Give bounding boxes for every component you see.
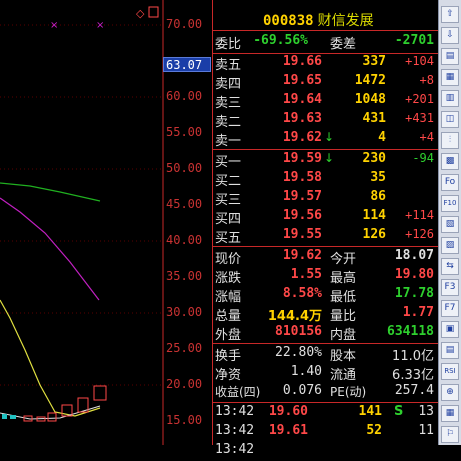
sell-row[interactable]: 卖三 19.64 1048 +201 bbox=[212, 92, 438, 111]
weibi-value: -69.56% bbox=[253, 33, 308, 48]
stat-row: 总量 144.4万 量比 1.77 bbox=[215, 305, 434, 324]
toolbar-button[interactable]: ▥ bbox=[441, 90, 459, 107]
y-axis-label: 35.00 bbox=[166, 269, 203, 283]
buy-row[interactable]: 买一 19.59 ↓ 230 -94 bbox=[212, 151, 438, 170]
tick-row: 13:42 19.60 141 S 13 bbox=[215, 404, 434, 419]
buy-row[interactable]: 买五 19.55 126 +126 bbox=[212, 227, 438, 246]
y-axis-label: 50.00 bbox=[166, 161, 203, 175]
toolbar-button[interactable]: ▣ bbox=[441, 321, 459, 338]
stock-name: 财信发展 bbox=[317, 13, 374, 29]
candle bbox=[93, 385, 107, 401]
y-axis-label: 60.00 bbox=[166, 89, 203, 103]
ma-line-magenta bbox=[0, 197, 100, 301]
toolbar-button[interactable]: ▩ bbox=[441, 153, 459, 170]
marker-square bbox=[148, 6, 159, 18]
buy-row[interactable]: 买二 19.58 35 bbox=[212, 170, 438, 189]
stat-row: 收益(四) 0.076 PE(动) 257.4 bbox=[215, 383, 434, 399]
stat-row: 净资 1.40 流通 6.33亿 bbox=[215, 364, 434, 383]
marker-diamond: ◇ bbox=[136, 7, 145, 20]
weicha-value: -2701 bbox=[394, 33, 434, 48]
page-up-button[interactable]: ⇧ bbox=[441, 6, 459, 23]
sell-row[interactable]: 卖一 19.62 ↓ 4 +4 bbox=[212, 130, 438, 149]
buy-row[interactable]: 买三 19.57 86 bbox=[212, 189, 438, 208]
stat-row: 现价 19.62 今开 18.07 bbox=[215, 248, 434, 267]
stock-title: 000838 财信发展 bbox=[263, 10, 374, 30]
divider bbox=[212, 246, 438, 247]
toolbar-button[interactable]: ⇆ bbox=[441, 258, 459, 275]
toolbar-button[interactable]: ⊕ bbox=[441, 384, 459, 401]
y-axis-label: 70.00 bbox=[166, 17, 203, 31]
weibi-row: 委比 -69.56% 委差 -2701 bbox=[215, 33, 434, 52]
toolbar-button[interactable]: ⫶ bbox=[441, 132, 459, 149]
y-axis-label: 25.00 bbox=[166, 341, 203, 355]
sell-row[interactable]: 卖五 19.66 337 +104 bbox=[212, 54, 438, 73]
tick-row: 13:42 19.61 52 11 bbox=[215, 423, 434, 438]
toolbar-button[interactable]: ▧ bbox=[441, 216, 459, 233]
toolbar-button[interactable]: ◫ bbox=[441, 111, 459, 128]
y-axis-label: 15.00 bbox=[166, 413, 203, 427]
right-toolbar: ⇧ ⇩ ▤ ▦ ▥ ◫ ⫶ ▩ Fo F10 ▧ ▨ ⇆ F3 F7 ▣ ▤ R… bbox=[438, 0, 461, 445]
stat-row: 涨跌 1.55 最高 19.80 bbox=[215, 267, 434, 286]
ma-line-green bbox=[0, 182, 101, 202]
f7-button[interactable]: F7 bbox=[441, 300, 459, 317]
kline-chart-area[interactable]: × × ◇ 70.00 60.00 55.00 50.00 45.00 40.0… bbox=[0, 0, 212, 445]
candle bbox=[47, 412, 57, 422]
y-axis-label: 40.00 bbox=[166, 233, 203, 247]
y-axis-label: 55.00 bbox=[166, 125, 203, 139]
current-price-tag: 63.07 bbox=[163, 57, 211, 72]
fo-button[interactable]: Fo bbox=[441, 174, 459, 191]
marker-x: × bbox=[50, 20, 58, 31]
down-arrow-icon: ↓ bbox=[324, 130, 335, 144]
divider bbox=[212, 343, 438, 344]
toolbar-button[interactable]: ⚐ bbox=[441, 426, 459, 443]
stat-row: 换手 22.80% 股本 11.0亿 bbox=[215, 345, 434, 364]
candle bbox=[2, 414, 7, 419]
down-arrow-icon: ↓ bbox=[324, 151, 335, 165]
toolbar-button[interactable]: ▦ bbox=[441, 405, 459, 422]
f3-button[interactable]: F3 bbox=[441, 279, 459, 296]
stat-row: 外盘 810156 内盘 634118 bbox=[215, 324, 434, 343]
marker-x: × bbox=[96, 20, 104, 31]
sell-row[interactable]: 卖四 19.65 1472 +8 bbox=[212, 73, 438, 92]
y-axis-label: 30.00 bbox=[166, 305, 203, 319]
page-down-button[interactable]: ⇩ bbox=[441, 27, 459, 44]
y-axis-label: 20.00 bbox=[166, 377, 203, 391]
sell-row[interactable]: 卖二 19.63 431 +431 bbox=[212, 111, 438, 130]
ma-line-yellow bbox=[0, 299, 101, 417]
divider bbox=[212, 149, 438, 150]
candle bbox=[10, 415, 16, 419]
buy-row[interactable]: 买四 19.56 114 +114 bbox=[212, 208, 438, 227]
divider bbox=[212, 30, 438, 31]
toolbar-button[interactable]: ▨ bbox=[441, 237, 459, 254]
toolbar-button[interactable]: ▤ bbox=[441, 48, 459, 65]
toolbar-button[interactable]: ▦ bbox=[441, 69, 459, 86]
f10-button[interactable]: F10 bbox=[441, 195, 459, 212]
stock-code: 000838 bbox=[263, 13, 314, 29]
y-axis-label: 45.00 bbox=[166, 197, 203, 211]
divider bbox=[212, 402, 438, 403]
toolbar-button[interactable]: ▤ bbox=[441, 342, 459, 359]
stat-row: 涨幅 8.58% 最低 17.78 bbox=[215, 286, 434, 305]
rsi-button[interactable]: RSI bbox=[441, 363, 459, 380]
